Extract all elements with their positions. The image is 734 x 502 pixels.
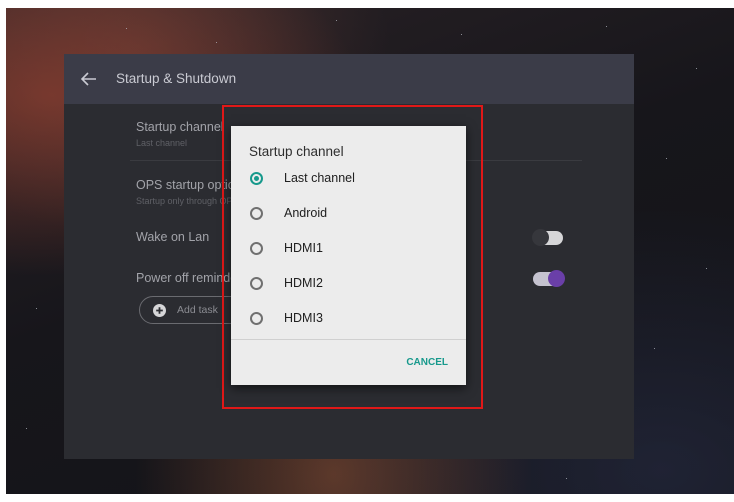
cancel-button[interactable]: CANCEL [406,357,448,368]
back-arrow-icon[interactable] [78,68,100,90]
power-off-reminder-toggle[interactable] [533,270,565,287]
option-hdmi1[interactable]: HDMI1 [231,231,466,266]
option-hdmi3[interactable]: HDMI3 [231,301,466,336]
page-title: Startup & Shutdown [116,71,237,86]
dialog-title: Startup channel [249,144,344,159]
option-last-channel[interactable]: Last channel [231,161,466,196]
wake-on-lan-label: Wake on Lan [136,230,210,244]
app-bar: Startup & Shutdown [64,54,634,104]
startup-channel-value: Last channel [136,138,188,148]
option-label: HDMI1 [284,241,323,255]
radio-unselected[interactable] [250,207,263,220]
radio-unselected[interactable] [250,312,263,325]
plus-circle-icon [153,304,166,317]
radio-selected[interactable] [250,172,263,185]
wake-on-lan-toggle[interactable] [532,229,563,246]
option-label: Android [284,206,328,220]
startup-channel-title: Startup channel [136,120,224,134]
option-android[interactable]: Android [231,196,466,231]
toggle-thumb [532,229,549,246]
toggle-thumb [548,270,565,287]
radio-unselected[interactable] [250,277,263,290]
radio-unselected[interactable] [250,242,263,255]
startup-channel-dialog: Startup channel Last channel Android HDM… [231,126,466,385]
option-hdmi2[interactable]: HDMI2 [231,266,466,301]
option-label: Last channel [284,171,355,185]
dialog-divider [231,339,466,340]
option-label: HDMI2 [284,276,323,290]
option-label: HDMI3 [284,311,323,325]
add-task-label: Add task [177,304,218,316]
